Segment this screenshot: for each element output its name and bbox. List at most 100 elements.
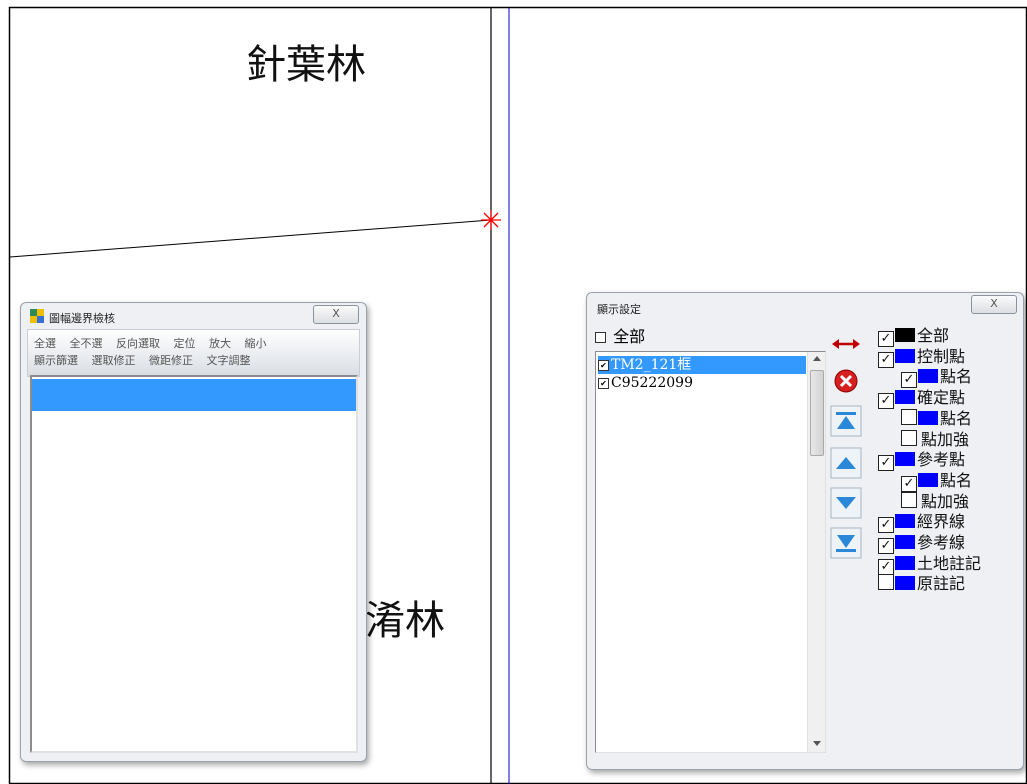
- tree-item-checkbox[interactable]: ✔: [598, 359, 609, 371]
- menu-fix-selection[interactable]: 選取修正: [92, 354, 136, 367]
- row-separator: :: [174, 444, 179, 458]
- menu-select-none[interactable]: 全不選: [70, 337, 103, 350]
- row-description: 距圖幅線: [242, 476, 291, 490]
- color-swatch[interactable]: [895, 390, 915, 405]
- close-icon: X: [332, 307, 340, 320]
- scroll-down-icon[interactable]: [813, 741, 821, 746]
- tree-item-sheet[interactable]: ✔ C95222099: [598, 374, 693, 392]
- layer-item[interactable]: ✓ 全部: [878, 326, 950, 347]
- list-item[interactable]: 1 C95222099 : 1238 距圖幅線 0.053: [32, 379, 356, 490]
- close-icon: X: [990, 297, 998, 310]
- boundary-check-window: 圖幅邊界檢核 X 全選 全不選 反向選取 定位 放大 縮小 顯示篩選 選取修正 …: [20, 302, 367, 762]
- row-separator: :: [174, 428, 179, 442]
- parcel-boundary-line: [9, 219, 492, 258]
- row-distance: 0.053: [314, 476, 349, 490]
- layer-label: 點加強: [921, 491, 970, 511]
- layer-item[interactable]: ✓ 點名: [901, 470, 973, 492]
- layer-item[interactable]: 點加強: [901, 491, 970, 512]
- unchecked-checkbox-icon[interactable]: [901, 408, 917, 425]
- cursor-cross-icon: [481, 210, 501, 230]
- layer-item[interactable]: 點加強: [901, 429, 970, 450]
- layer-item[interactable]: ✓ 經界線: [878, 512, 965, 534]
- layer-item[interactable]: 點名: [901, 408, 973, 429]
- tree-item-tm2-frame[interactable]: ✔ TM2_121框: [598, 356, 806, 374]
- layer-item[interactable]: ✓ 確定點: [878, 388, 965, 410]
- move-down-icon[interactable]: [829, 486, 863, 520]
- menu-display-filter[interactable]: 顯示篩選: [34, 354, 78, 367]
- app-icon: [30, 309, 44, 323]
- color-swatch[interactable]: [895, 576, 915, 591]
- title-bar[interactable]: 顯示設定 X: [587, 293, 1023, 319]
- move-top-icon[interactable]: [829, 404, 863, 438]
- layer-item[interactable]: ✓ 土地註記: [878, 554, 981, 575]
- menu-invert-selection[interactable]: 反向選取: [116, 337, 160, 350]
- checked-checkbox-icon[interactable]: ✓: [878, 455, 894, 472]
- layer-item[interactable]: 原註記: [878, 574, 965, 594]
- close-button[interactable]: X: [313, 305, 359, 324]
- layer-label: 點名: [940, 470, 973, 490]
- delete-icon[interactable]: [829, 364, 863, 398]
- menu-zoom-out[interactable]: 縮小: [245, 337, 267, 350]
- map-label-top: 針葉林: [246, 42, 366, 88]
- layer-label: 點名: [940, 367, 973, 387]
- layer-label: 點加強: [921, 429, 970, 449]
- color-swatch[interactable]: [918, 410, 938, 425]
- close-button[interactable]: X: [971, 295, 1017, 314]
- menu-text-adjust[interactable]: 文字調整: [207, 354, 251, 367]
- color-swatch[interactable]: [895, 535, 915, 549]
- menu-row-1: 全選 全不選 反向選取 定位 放大 縮小: [34, 335, 277, 350]
- row-distance: 0.015: [314, 492, 349, 506]
- menu-bar: 全選 全不選 反向選取 定位 放大 縮小 顯示篩選 選取修正 微距修正 文字調整: [27, 329, 360, 377]
- all-checkbox[interactable]: [595, 332, 606, 343]
- color-swatch[interactable]: [895, 514, 915, 529]
- checked-checkbox-icon[interactable]: ✓: [901, 372, 917, 389]
- menu-select-all[interactable]: 全選: [34, 337, 56, 350]
- swap-arrows-icon[interactable]: [829, 327, 863, 361]
- menu-micro-fix[interactable]: 微距修正: [149, 354, 193, 367]
- menu-zoom-in[interactable]: 放大: [209, 337, 231, 350]
- menu-locate[interactable]: 定位: [174, 337, 196, 350]
- color-swatch[interactable]: [895, 328, 915, 342]
- layer-label: 全部: [917, 326, 950, 345]
- window-title: 圖幅邊界檢核: [49, 312, 115, 325]
- move-up-icon[interactable]: [829, 446, 863, 480]
- window-title: 顯示設定: [597, 303, 641, 316]
- row-code: C95222099: [91, 412, 162, 426]
- layer-item[interactable]: ✓ 參考點: [878, 450, 965, 472]
- row-number: 2: [35, 412, 43, 426]
- layer-item[interactable]: ✓ 控制點: [878, 347, 965, 368]
- layer-item[interactable]: ✓ 點名: [901, 367, 973, 389]
- unchecked-checkbox-icon[interactable]: [901, 429, 917, 446]
- checked-checkbox-icon[interactable]: ✓: [901, 475, 917, 492]
- color-swatch[interactable]: [895, 348, 915, 363]
- results-list[interactable]: 1 C95222099 : 1238 距圖幅線 0.053 2 C9522209…: [30, 375, 358, 753]
- layer-label: 原註記: [917, 574, 966, 594]
- checked-checkbox-icon[interactable]: ✓: [878, 331, 894, 347]
- sheet-tree[interactable]: ✔ TM2_121框 ✔ C95222099: [595, 351, 826, 753]
- checked-checkbox-icon[interactable]: ✓: [878, 538, 894, 554]
- tree-item-checkbox[interactable]: ✔: [598, 377, 609, 389]
- map-label-bottom: 淆林: [365, 598, 445, 644]
- checked-checkbox-icon[interactable]: ✓: [878, 393, 894, 410]
- list-item[interactable]: 2 C95222099 : 2385 距圖幅線 0.015: [32, 395, 356, 506]
- color-swatch[interactable]: [918, 472, 938, 487]
- layer-label: 點名: [940, 408, 973, 428]
- checked-checkbox-icon[interactable]: ✓: [878, 517, 894, 534]
- scroll-thumb[interactable]: [810, 370, 824, 456]
- unchecked-checkbox-icon[interactable]: [878, 574, 894, 591]
- tree-item-label: C95222099: [611, 375, 693, 391]
- all-toggle[interactable]: 全部: [595, 323, 645, 347]
- color-swatch[interactable]: [918, 369, 938, 384]
- tree-item-label: TM2_121框: [611, 357, 692, 373]
- scroll-up-icon[interactable]: [813, 356, 821, 361]
- tree-scrollbar[interactable]: [807, 352, 825, 752]
- checked-checkbox-icon[interactable]: ✓: [878, 351, 894, 368]
- move-bottom-icon[interactable]: [829, 526, 863, 560]
- checked-checkbox-icon[interactable]: ✓: [878, 558, 894, 575]
- unchecked-checkbox-icon[interactable]: [901, 491, 917, 508]
- all-label: 全部: [613, 327, 646, 346]
- layer-item[interactable]: ✓ 參考線: [878, 533, 965, 554]
- color-swatch[interactable]: [895, 555, 915, 570]
- color-swatch[interactable]: [895, 452, 915, 467]
- title-bar[interactable]: 圖幅邊界檢核 X: [21, 303, 366, 329]
